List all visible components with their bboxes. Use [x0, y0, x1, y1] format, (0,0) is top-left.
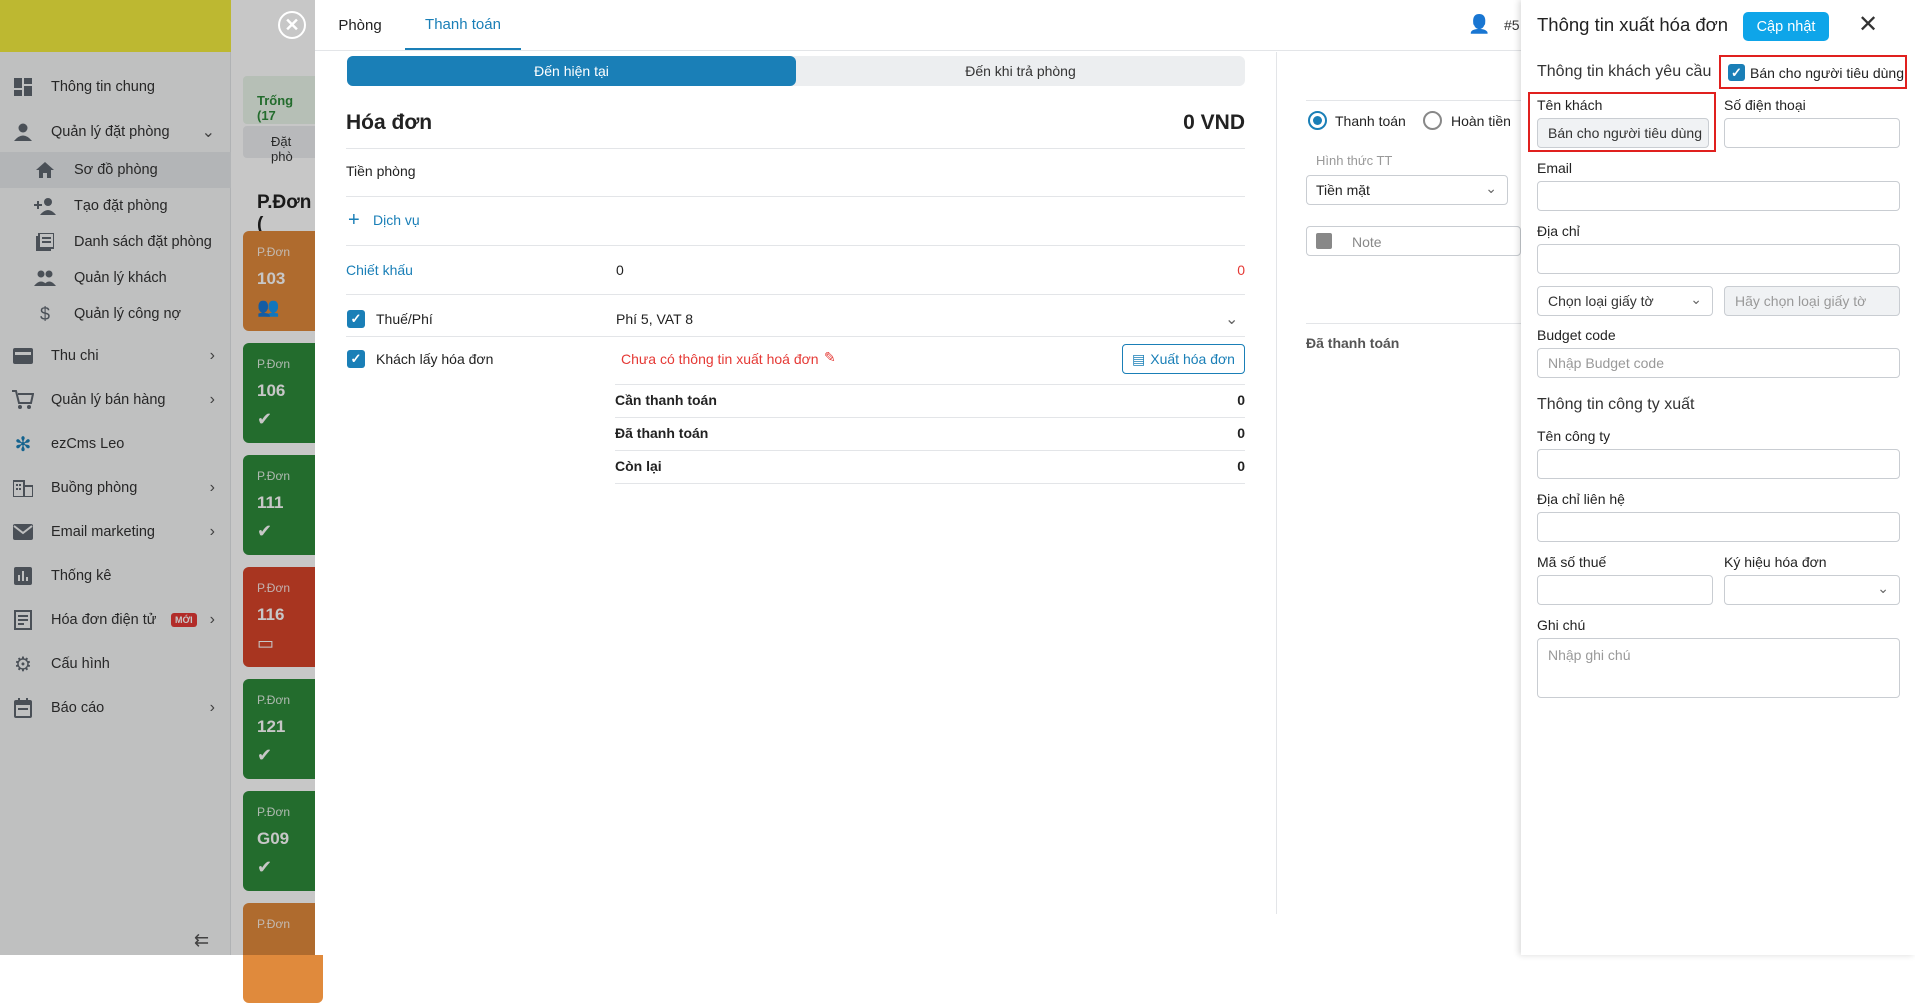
tab-payment[interactable]: Thanh toán	[405, 0, 521, 50]
tab-room[interactable]: Phòng	[321, 0, 399, 50]
doc-type-select[interactable]: Chọn loại giấy tờ ⌄	[1537, 286, 1713, 316]
payment-radio[interactable]	[1308, 111, 1327, 130]
doc-number-input[interactable]: Hãy chọn loại giấy tờ	[1724, 286, 1900, 316]
summary-value: 0	[1237, 458, 1245, 474]
booking-ref: #5	[1504, 17, 1520, 33]
email-input[interactable]	[1537, 181, 1900, 211]
add-service-link[interactable]: Dịch vụ	[373, 212, 420, 228]
address-input[interactable]	[1537, 244, 1900, 274]
export-invoice-button[interactable]: ▤ Xuất hóa đơn	[1122, 344, 1245, 374]
company-address-input[interactable]	[1537, 512, 1900, 542]
edit-icon[interactable]: ✎	[824, 349, 836, 366]
note-textarea[interactable]: Nhập ghi chú	[1537, 638, 1900, 698]
company-section-title: Thông tin công ty xuất	[1537, 396, 1695, 413]
chevron-down-icon[interactable]: ⌄	[1225, 309, 1238, 329]
payment-note-input[interactable]: Note	[1306, 226, 1521, 256]
tax-code-label: Mã số thuế	[1537, 554, 1607, 570]
invoice-status: Chưa có thông tin xuất hoá đơn	[621, 351, 819, 367]
chevron-down-icon: ⌄	[1877, 580, 1889, 596]
tax-checkbox[interactable]: ✓	[347, 310, 365, 328]
invoice-request-label: Khách lấy hóa đơn	[376, 351, 494, 367]
discount-amount: 0	[1237, 262, 1245, 278]
booking-dialog: Phòng Thanh toán 👤 #5 Đến hiện tại Đến k…	[315, 0, 1521, 955]
tax-label: Thuế/Phí	[376, 311, 433, 327]
refund-radio[interactable]	[1423, 111, 1442, 130]
update-button[interactable]: Cập nhật	[1743, 12, 1829, 41]
company-address-label: Địa chỉ liên hệ	[1537, 491, 1625, 507]
invoice-title: Hóa đơn	[346, 111, 433, 134]
phone-input[interactable]	[1724, 118, 1900, 148]
consumer-checkbox[interactable]: ✓	[1728, 64, 1745, 81]
period-segment: Đến hiện tại Đến khi trả phòng	[347, 56, 1245, 86]
discount-link[interactable]: Chiết khấu	[346, 262, 413, 278]
note-icon	[1316, 233, 1332, 249]
invoice-info-panel: Thông tin xuất hóa đơn Cập nhật ✕ Thông …	[1521, 0, 1915, 955]
summary-value: 0	[1237, 392, 1245, 408]
segment-current[interactable]: Đến hiện tại	[347, 56, 796, 86]
summary-label: Cần thanh toán	[615, 392, 717, 408]
note-label: Ghi chú	[1537, 617, 1586, 633]
budget-label: Budget code	[1537, 327, 1616, 343]
guest-name-input[interactable]: Bán cho người tiêu dùng	[1537, 118, 1709, 148]
invoice-symbol-label: Ký hiệu hóa đơn	[1724, 554, 1827, 570]
add-icon[interactable]: +	[348, 209, 360, 232]
close-dialog-button[interactable]: ✕	[278, 11, 306, 39]
company-name-label: Tên công ty	[1537, 428, 1611, 444]
payment-method-select[interactable]: Tiền mặt ⌄	[1306, 175, 1508, 205]
company-name-input[interactable]	[1537, 449, 1900, 479]
invoice-icon: ▤	[1132, 350, 1146, 367]
payment-method-label: Hình thức TT	[1316, 153, 1393, 168]
summary-label: Đã thanh toán	[615, 425, 709, 441]
invoice-request-checkbox[interactable]: ✓	[347, 350, 365, 368]
customer-section-title: Thông tin khách yêu cầu	[1537, 63, 1712, 80]
panel-title: Thông tin xuất hóa đơn	[1537, 14, 1729, 35]
room-charge-label: Tiền phòng	[346, 163, 416, 179]
summary-value: 0	[1237, 425, 1245, 441]
guest-name-label: Tên khách	[1537, 97, 1603, 113]
phone-label: Số điện thoại	[1724, 97, 1806, 113]
chevron-down-icon: ⌄	[1485, 180, 1497, 196]
invoice-symbol-select[interactable]: ⌄	[1724, 575, 1900, 605]
refund-radio-label: Hoàn tiền	[1451, 113, 1511, 129]
tax-code-input[interactable]	[1537, 575, 1713, 605]
segment-checkout[interactable]: Đến khi trả phòng	[796, 56, 1245, 86]
tax-value: Phí 5, VAT 8	[616, 311, 694, 327]
close-icon[interactable]: ✕	[1858, 10, 1878, 39]
user-icon: 👤	[1468, 14, 1491, 34]
budget-input[interactable]: Nhập Budget code	[1537, 348, 1900, 378]
address-label: Địa chỉ	[1537, 223, 1580, 239]
chevron-down-icon: ⌄	[1690, 291, 1702, 307]
invoice-total: 0 VND	[1183, 111, 1245, 134]
discount-value: 0	[616, 262, 624, 278]
payment-radio-label: Thanh toán	[1335, 113, 1406, 129]
email-label: Email	[1537, 160, 1573, 176]
consumer-checkbox-label: Bán cho người tiêu dùng	[1750, 65, 1904, 81]
summary-label: Còn lại	[615, 458, 662, 474]
paid-label: Đã thanh toán	[1306, 335, 1400, 351]
